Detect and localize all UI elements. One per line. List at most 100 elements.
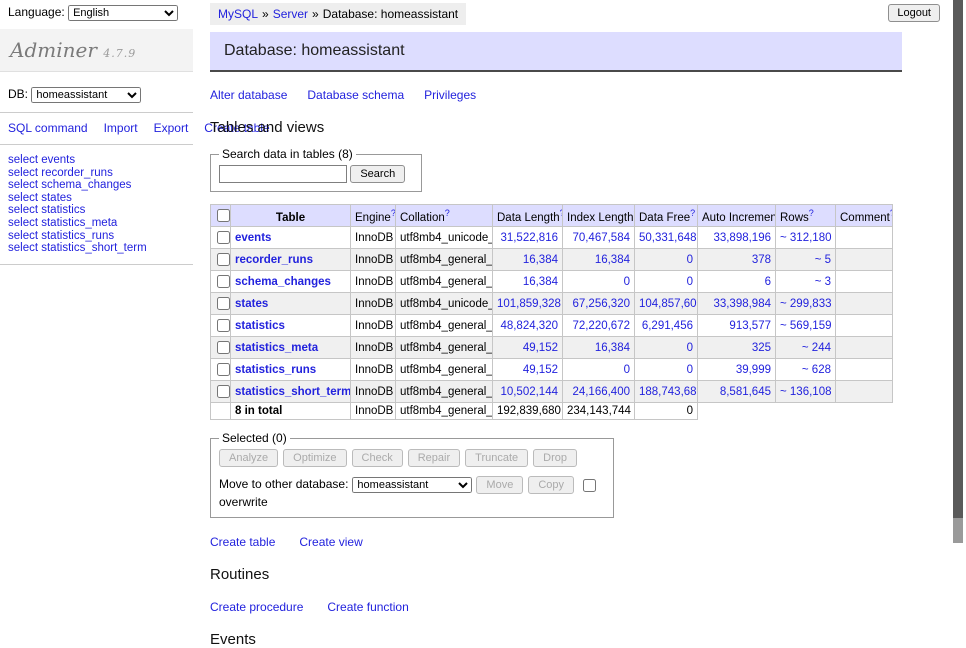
sidebar-select-link[interactable]: select statistics bbox=[8, 204, 85, 216]
rows-count-link[interactable]: ~ 136,108 bbox=[780, 386, 831, 398]
index-length-link[interactable]: 67,256,320 bbox=[572, 298, 630, 310]
row-checkbox[interactable] bbox=[217, 297, 230, 310]
breadcrumb-server-link[interactable]: Server bbox=[273, 7, 308, 21]
index-length-link[interactable]: 0 bbox=[624, 364, 630, 376]
index-length-link[interactable]: 24,166,400 bbox=[572, 386, 630, 398]
scrollbar[interactable] bbox=[953, 0, 963, 543]
selected-action-button[interactable]: Repair bbox=[408, 449, 460, 467]
move-button[interactable]: Move bbox=[476, 476, 523, 494]
scrollbar-thumb[interactable] bbox=[953, 0, 963, 518]
index-length-link[interactable]: 70,467,584 bbox=[572, 232, 630, 244]
alter-database-link[interactable]: Alter database bbox=[210, 88, 287, 102]
table-name-link[interactable]: events bbox=[235, 232, 271, 244]
move-db-select[interactable]: homeassistant bbox=[352, 477, 472, 493]
search-button[interactable]: Search bbox=[350, 165, 405, 183]
auto-increment-link[interactable]: 8,581,645 bbox=[720, 386, 771, 398]
auto-increment-link[interactable]: 33,398,984 bbox=[713, 298, 771, 310]
sidebar-select-link[interactable]: select statistics_short_term bbox=[8, 242, 147, 254]
auto-increment-link[interactable]: 913,577 bbox=[729, 320, 771, 332]
rows-count-link[interactable]: ~ 569,159 bbox=[780, 320, 831, 332]
auto-increment-link[interactable]: 325 bbox=[752, 342, 771, 354]
sidebar-select-link[interactable]: select events bbox=[8, 154, 75, 166]
rows-count-link[interactable]: ~ 5 bbox=[815, 254, 831, 266]
create-table-bottom-link[interactable]: Create table bbox=[210, 535, 275, 549]
rows-count-link[interactable]: ~ 299,833 bbox=[780, 298, 831, 310]
auto-increment-link[interactable]: 378 bbox=[752, 254, 771, 266]
row-checkbox[interactable] bbox=[217, 363, 230, 376]
selected-action-button[interactable]: Check bbox=[352, 449, 403, 467]
data-free-link[interactable]: 0 bbox=[687, 276, 693, 288]
index-length-link[interactable]: 16,384 bbox=[595, 342, 630, 354]
create-function-link[interactable]: Create function bbox=[327, 600, 408, 614]
index-length-link[interactable]: 0 bbox=[624, 276, 630, 288]
privileges-link[interactable]: Privileges bbox=[424, 88, 476, 102]
auto-increment-link[interactable]: 39,999 bbox=[736, 364, 771, 376]
select-all-checkbox[interactable] bbox=[217, 209, 230, 222]
overwrite-checkbox[interactable] bbox=[583, 479, 596, 492]
copy-button[interactable]: Copy bbox=[528, 476, 574, 494]
overwrite-label[interactable]: overwrite bbox=[219, 495, 268, 509]
table-name-link[interactable]: statistics_short_term bbox=[235, 386, 351, 398]
data-length-link[interactable]: 10,502,144 bbox=[500, 386, 558, 398]
table-name-link[interactable]: recorder_runs bbox=[235, 254, 313, 266]
row-checkbox[interactable] bbox=[217, 319, 230, 332]
sidebar-select-link[interactable]: select schema_changes bbox=[8, 179, 131, 191]
column-help-link[interactable]: ? bbox=[445, 208, 450, 218]
table-name-link[interactable]: statistics_meta bbox=[235, 342, 318, 354]
column-help-link[interactable]: ? bbox=[391, 208, 396, 218]
data-length-link[interactable]: 16,384 bbox=[523, 276, 558, 288]
column-help-link[interactable]: ? bbox=[809, 208, 814, 218]
table-name-link[interactable]: statistics_runs bbox=[235, 364, 316, 376]
index-length-link[interactable]: 16,384 bbox=[595, 254, 630, 266]
row-checkbox[interactable] bbox=[217, 231, 230, 244]
data-free-link[interactable]: 0 bbox=[687, 364, 693, 376]
selected-action-button[interactable]: Drop bbox=[533, 449, 577, 467]
auto-increment-link[interactable]: 33,898,196 bbox=[713, 232, 771, 244]
sidebar-select-link[interactable]: select statistics_meta bbox=[8, 217, 117, 229]
sidebar-select-link[interactable]: select recorder_runs bbox=[8, 167, 113, 179]
row-checkbox[interactable] bbox=[217, 341, 230, 354]
rows-count-link[interactable]: ~ 628 bbox=[802, 364, 831, 376]
column-help-link[interactable]: ? bbox=[690, 208, 695, 218]
create-view-link[interactable]: Create view bbox=[299, 535, 362, 549]
table-name-link[interactable]: schema_changes bbox=[235, 276, 331, 288]
selected-action-button[interactable]: Analyze bbox=[219, 449, 278, 467]
total-collation-cell: utf8mb4_general_ci bbox=[396, 403, 493, 420]
search-input[interactable] bbox=[219, 165, 347, 183]
data-length-link[interactable]: 48,824,320 bbox=[500, 320, 558, 332]
row-checkbox[interactable] bbox=[217, 385, 230, 398]
selected-action-button[interactable]: Optimize bbox=[283, 449, 346, 467]
sidebar-select-link[interactable]: select states bbox=[8, 192, 72, 204]
data-length-link[interactable]: 31,522,816 bbox=[500, 232, 558, 244]
table-name-link[interactable]: statistics bbox=[235, 320, 285, 332]
data-length-link[interactable]: 49,152 bbox=[523, 364, 558, 376]
data-length-link[interactable]: 16,384 bbox=[523, 254, 558, 266]
table-name-link[interactable]: states bbox=[235, 298, 268, 310]
rows-count-link[interactable]: ~ 244 bbox=[802, 342, 831, 354]
data-length-link[interactable]: 101,859,328 bbox=[497, 298, 561, 310]
index-length-link[interactable]: 72,220,672 bbox=[572, 320, 630, 332]
sidebar-select-link[interactable]: select statistics_runs bbox=[8, 230, 114, 242]
create-procedure-link[interactable]: Create procedure bbox=[210, 600, 303, 614]
data-free-link[interactable]: 188,743,680 bbox=[639, 386, 698, 398]
export-link[interactable]: Export bbox=[154, 121, 189, 135]
sql-command-link[interactable]: SQL command bbox=[8, 121, 88, 135]
database-schema-link[interactable]: Database schema bbox=[307, 88, 404, 102]
rows-count-link[interactable]: ~ 312,180 bbox=[780, 232, 831, 244]
data-free-link[interactable]: 50,331,648 bbox=[639, 232, 697, 244]
auto-increment-link[interactable]: 6 bbox=[765, 276, 771, 288]
data-length-link[interactable]: 49,152 bbox=[523, 342, 558, 354]
data-free-link[interactable]: 0 bbox=[687, 342, 693, 354]
row-checkbox[interactable] bbox=[217, 275, 230, 288]
selected-action-button[interactable]: Truncate bbox=[465, 449, 528, 467]
language-select[interactable]: English bbox=[68, 5, 178, 21]
rows-count-link[interactable]: ~ 3 bbox=[815, 276, 831, 288]
db-select[interactable]: homeassistant bbox=[31, 87, 141, 103]
row-checkbox[interactable] bbox=[217, 253, 230, 266]
data-free-link[interactable]: 6,291,456 bbox=[642, 320, 693, 332]
data-free-link[interactable]: 104,857,600 bbox=[639, 298, 698, 310]
import-link[interactable]: Import bbox=[104, 121, 138, 135]
breadcrumb-mysql-link[interactable]: MySQL bbox=[218, 7, 258, 21]
data-free-link[interactable]: 0 bbox=[687, 254, 693, 266]
column-help-link[interactable]: ? bbox=[890, 208, 893, 218]
